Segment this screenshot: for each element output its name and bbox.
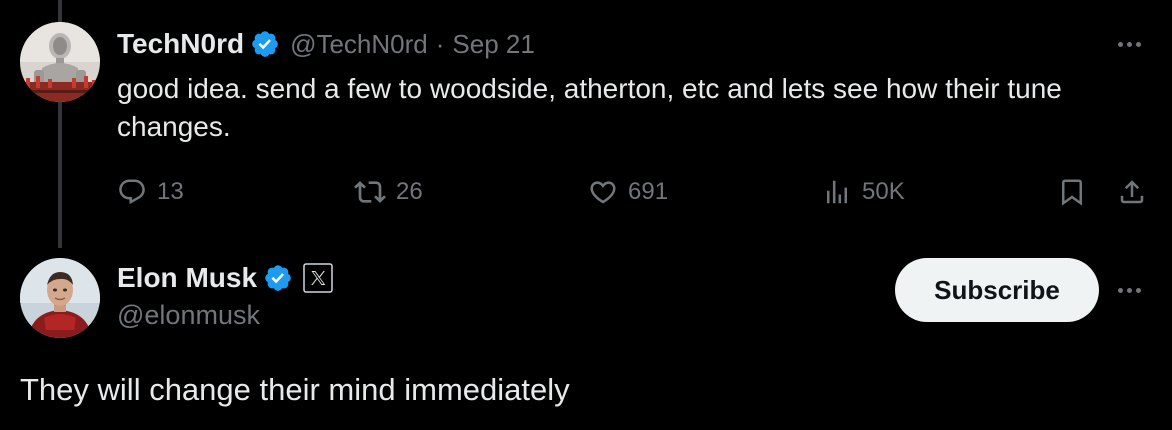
reply-icon (119, 179, 145, 205)
verified-badge-icon[interactable] (250, 29, 280, 59)
elonmusk-avatar[interactable] (20, 258, 100, 338)
reply-author-handle[interactable]: @TechN0rd (290, 29, 428, 60)
reply-timestamp[interactable]: Sep 21 (452, 29, 534, 60)
reply-button[interactable]: 13 (117, 172, 184, 212)
bookmark-icon (1062, 179, 1082, 206)
robot-chess-avatar-image (20, 22, 100, 102)
repost-icon (354, 181, 386, 203)
main-tweet-text: They will change their mind immediately (20, 372, 570, 407)
more-options-icon[interactable] (1118, 42, 1141, 47)
share-icon (1120, 180, 1144, 204)
main-author-handle[interactable]: @elonmusk (117, 300, 260, 331)
technord-avatar[interactable] (20, 22, 100, 102)
repost-count: 26 (396, 178, 423, 205)
reply-count: 13 (157, 178, 184, 205)
reply-author-name[interactable]: TechN0rd (117, 28, 244, 60)
like-button[interactable]: 691 (588, 172, 668, 212)
header-separator: · (435, 28, 445, 59)
more-options-icon[interactable] (1118, 288, 1141, 293)
bookmark-button[interactable] (1057, 172, 1087, 212)
analytics-icon (827, 180, 847, 204)
heart-icon (590, 181, 616, 204)
like-count: 691 (628, 178, 669, 205)
reply-tweet-header: TechN0rd @TechN0rd · Sep 21 (117, 26, 535, 62)
subscribe-button[interactable]: Subscribe (895, 258, 1099, 322)
person-avatar-image (20, 258, 100, 338)
verified-badge-icon[interactable] (263, 263, 293, 293)
view-count: 50K (862, 178, 905, 205)
views-button[interactable]: 50K (822, 172, 905, 212)
reply-tweet-text: good idea. send a few to woodside, ather… (117, 73, 1062, 142)
main-tweet-header: Elon Musk (117, 258, 333, 298)
repost-button[interactable]: 26 (354, 172, 423, 212)
share-button[interactable] (1117, 172, 1147, 212)
main-author-name[interactable]: Elon Musk (117, 262, 257, 294)
x-logo-icon[interactable] (303, 263, 333, 293)
